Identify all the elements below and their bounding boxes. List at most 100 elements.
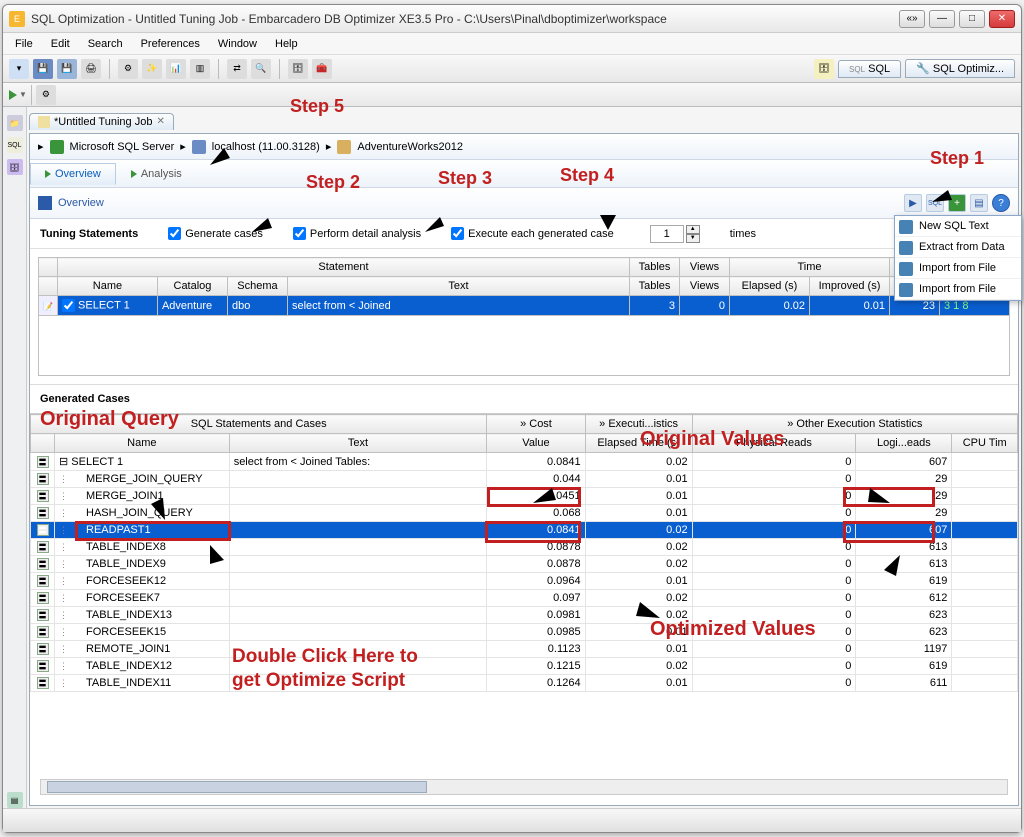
tool-2-icon[interactable]: ✨: [142, 59, 162, 79]
sql-row-icon: 📝: [43, 302, 53, 311]
main-area: *Untitled Tuning Job ✕ ▸ Microsoft SQL S…: [27, 107, 1021, 808]
tuning-options: Tuning Statements Generate cases Perform…: [30, 219, 1018, 249]
overflow-button[interactable]: «»: [899, 10, 925, 28]
case-row[interactable]: 〓⊟ SELECT 1select from < Joined Tables:0…: [31, 453, 1018, 471]
case-row[interactable]: 〓⋮READPAST10.08410.020607: [31, 522, 1018, 539]
menu-window[interactable]: Window: [210, 36, 265, 52]
menu-import-from-file-2[interactable]: Import from File: [895, 279, 1021, 300]
menu-new-sql-text[interactable]: New SQL Text: [895, 216, 1021, 237]
case-row[interactable]: 〓⋮TABLE_INDEX110.12640.010611: [31, 675, 1018, 692]
breadcrumb-db[interactable]: AdventureWorks2012: [357, 141, 463, 153]
statement-row[interactable]: 📝 SELECT 1 Adventure dbo select from < J…: [39, 296, 1010, 316]
close-icon[interactable]: ✕: [156, 116, 164, 127]
case-row[interactable]: 〓⋮MERGE_JOIN_QUERY0.0440.01029: [31, 471, 1018, 488]
tool-8-icon[interactable]: 🧰: [312, 59, 332, 79]
times-input[interactable]: [650, 225, 684, 243]
tool-sql-text-icon[interactable]: SQL: [926, 194, 944, 212]
titlebar[interactable]: E SQL Optimization - Untitled Tuning Job…: [3, 5, 1021, 33]
generate-cases-checkbox[interactable]: Generate cases: [168, 227, 263, 240]
grid-blank-area: [38, 316, 1010, 376]
breadcrumb-host[interactable]: localhost (11.00.3128): [212, 141, 320, 153]
sql-file-icon: [38, 116, 50, 128]
horizontal-scrollbar[interactable]: [40, 779, 1008, 795]
scrollbar-thumb[interactable]: [47, 781, 427, 793]
dock-db-icon[interactable]: 🗄: [7, 159, 23, 175]
detail-analysis-checkbox[interactable]: Perform detail analysis: [293, 227, 421, 240]
spin-up-icon[interactable]: ▲: [686, 225, 700, 234]
menu-file[interactable]: File: [7, 36, 41, 52]
tab-sql-optimization[interactable]: 🔧 SQL Optimiz...: [905, 59, 1015, 78]
case-row-icon: 〓: [37, 575, 49, 587]
case-row-icon: 〓: [37, 473, 49, 485]
menu-edit[interactable]: Edit: [43, 36, 78, 52]
play-icon: [131, 170, 137, 178]
case-row[interactable]: 〓⋮TABLE_INDEX130.09810.020623: [31, 607, 1018, 624]
menu-import-from-file-1[interactable]: Import from File: [895, 258, 1021, 279]
editor-tab-label: *Untitled Tuning Job: [54, 116, 152, 128]
dock-outline-icon[interactable]: ▤: [7, 792, 23, 808]
tool-add-icon[interactable]: +: [948, 194, 966, 212]
server-icon: [50, 140, 64, 154]
chevron-right-icon: ▸: [180, 140, 186, 153]
tab-analysis[interactable]: Analysis: [116, 163, 197, 185]
editor-tab-untitled[interactable]: *Untitled Tuning Job ✕: [29, 113, 174, 130]
run-icon[interactable]: [9, 90, 17, 100]
dock-sql-icon[interactable]: SQL: [7, 137, 23, 153]
spin-down-icon[interactable]: ▼: [686, 234, 700, 243]
case-row[interactable]: 〓⋮FORCESEEK70.0970.020612: [31, 590, 1018, 607]
execute-case-checkbox[interactable]: Execute each generated case: [451, 227, 614, 240]
menu-preferences[interactable]: Preferences: [133, 36, 208, 52]
tab-sql[interactable]: SQL SQL: [838, 60, 901, 78]
dock-folder-icon[interactable]: 📁: [7, 115, 23, 131]
tab-overview[interactable]: Overview: [30, 163, 116, 185]
tool-4-icon[interactable]: ▥: [190, 59, 210, 79]
case-row[interactable]: 〓⋮REMOTE_JOIN10.11230.0101197: [31, 641, 1018, 658]
cases-grid-wrap[interactable]: SQL Statements and Cases » Cost » Execut…: [30, 413, 1018, 805]
cases-col-header: Name Text Value Elapsed Time (s) Physica…: [31, 434, 1018, 453]
menu-search[interactable]: Search: [80, 36, 131, 52]
tool-6-icon[interactable]: 🔍: [251, 59, 271, 79]
tool-7-icon[interactable]: 🗄: [288, 59, 308, 79]
save-all-icon[interactable]: 💾: [57, 59, 77, 79]
menu-help[interactable]: Help: [267, 36, 306, 52]
tuning-statements-label: Tuning Statements: [40, 228, 138, 240]
tool-options-icon[interactable]: ▤: [970, 194, 988, 212]
print-icon[interactable]: 🖨: [81, 59, 101, 79]
save-icon[interactable]: 💾: [33, 59, 53, 79]
case-row[interactable]: 〓⋮FORCESEEK150.09850.010623: [31, 624, 1018, 641]
db-icon: [337, 140, 351, 154]
new-icon[interactable]: ▾: [9, 59, 29, 79]
menu-extract-from-data[interactable]: Extract from Data: [895, 237, 1021, 258]
case-row-icon: 〓: [37, 490, 49, 502]
case-row[interactable]: 〓⋮FORCESEEK120.09640.010619: [31, 573, 1018, 590]
cases-grid: SQL Statements and Cases » Cost » Execut…: [30, 414, 1018, 692]
overview-title-text: Overview: [58, 197, 104, 209]
tool-1-icon[interactable]: ⚙: [118, 59, 138, 79]
case-row[interactable]: 〓⋮HASH_JOIN_QUERY0.0680.01029: [31, 505, 1018, 522]
play-icon: [45, 170, 51, 178]
breadcrumb-server[interactable]: Microsoft SQL Server: [70, 141, 175, 153]
cases-group-header: SQL Statements and Cases » Cost » Execut…: [31, 415, 1018, 434]
tool-5-icon[interactable]: ⇄: [227, 59, 247, 79]
case-row-icon: 〓: [37, 507, 49, 519]
chevron-right-icon[interactable]: ▸: [38, 140, 44, 153]
menubar: File Edit Search Preferences Window Help: [3, 33, 1021, 55]
minimize-button[interactable]: —: [929, 10, 955, 28]
case-row[interactable]: 〓⋮TABLE_INDEX80.08780.020613: [31, 539, 1018, 556]
run-config-icon[interactable]: ⚙: [36, 85, 56, 105]
case-row[interactable]: 〓⋮MERGE_JOIN10.04510.01029: [31, 488, 1018, 505]
case-row-icon: 〓: [37, 609, 49, 621]
tool-run-sql-icon[interactable]: ▶: [904, 194, 922, 212]
case-row[interactable]: 〓⋮TABLE_INDEX90.08780.020613: [31, 556, 1018, 573]
overview-icon: [38, 196, 52, 210]
overview-tabs: Overview Analysis: [30, 160, 1018, 188]
close-button[interactable]: ✕: [989, 10, 1015, 28]
case-row[interactable]: 〓⋮TABLE_INDEX120.12150.020619: [31, 658, 1018, 675]
case-row-icon: 〓: [37, 558, 49, 570]
maximize-button[interactable]: □: [959, 10, 985, 28]
tool-help-icon[interactable]: ?: [992, 194, 1010, 212]
statements-grid-wrap: Statement Tables Views Time Analysis Nam…: [30, 249, 1018, 385]
sql-mini-icon[interactable]: 🗄: [814, 59, 834, 79]
tool-3-icon[interactable]: 📊: [166, 59, 186, 79]
times-spinner[interactable]: ▲▼: [650, 225, 700, 243]
